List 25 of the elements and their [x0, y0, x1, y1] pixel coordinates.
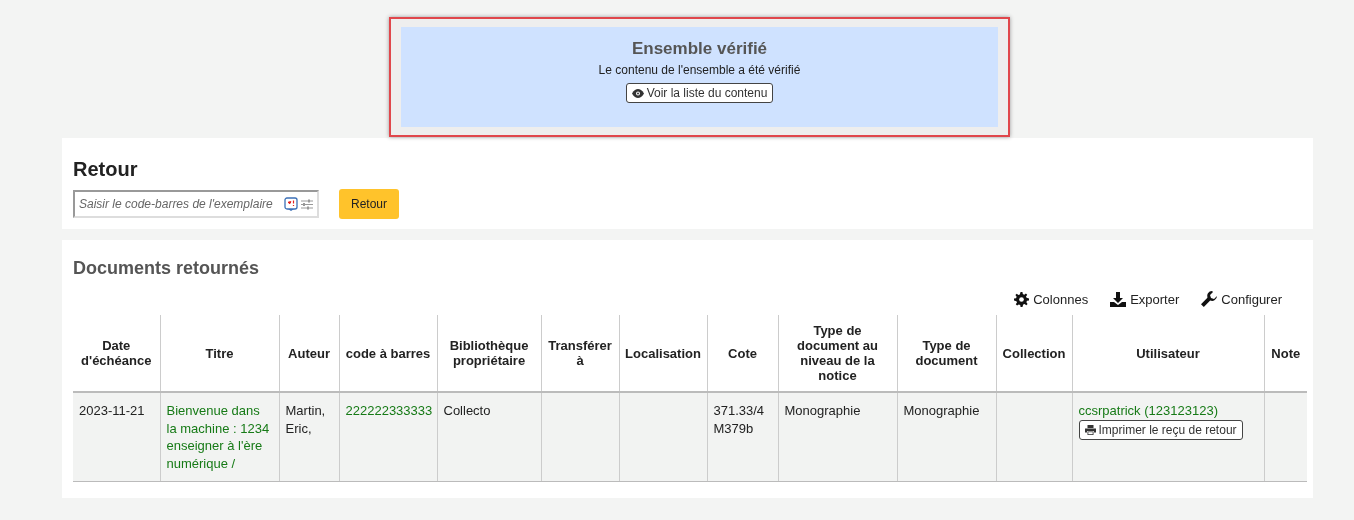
toolbar-link[interactable]: Colonnes: [1014, 291, 1089, 307]
table-cell: Martin, Eric,: [279, 392, 339, 482]
table-cell: Monographie: [897, 392, 996, 482]
alert-title: Ensemble vérifié: [631, 39, 768, 59]
table-cell: 371.33/4 M379b: [707, 392, 778, 482]
sliders-icon[interactable]: [301, 198, 313, 210]
patron-link[interactable]: ccsrpatrick (123123123): [1078, 402, 1258, 420]
print-slip-button[interactable]: Imprimer le reçu de retour: [1078, 419, 1243, 440]
download-icon: [1110, 291, 1127, 307]
table-cell: Monographie: [778, 392, 897, 482]
table-cell: 2023-11-21: [73, 392, 160, 482]
gear-icon: [1014, 291, 1030, 307]
toolbar-link[interactable]: Exporter: [1110, 291, 1180, 307]
wrench-icon: [1201, 291, 1218, 307]
section-title: Retour: [73, 158, 139, 181]
table-link[interactable]: 222222333333: [345, 402, 431, 420]
table-cell: Collecto: [437, 392, 541, 482]
view-contents-button[interactable]: Voir la liste du contenu: [625, 83, 774, 103]
checkin-button[interactable]: Retour: [339, 189, 400, 219]
alert-message: Le contenu de l'ensemble a été vérifié: [598, 63, 801, 77]
section-title: Documents retournés: [73, 258, 261, 279]
printer-icon: [1084, 424, 1096, 435]
toolbar-link[interactable]: Configurer: [1201, 291, 1282, 307]
eye-icon: [631, 88, 644, 98]
barcode-field[interactable]: Saisir le code-barres de l'exemplaire: [73, 190, 319, 218]
